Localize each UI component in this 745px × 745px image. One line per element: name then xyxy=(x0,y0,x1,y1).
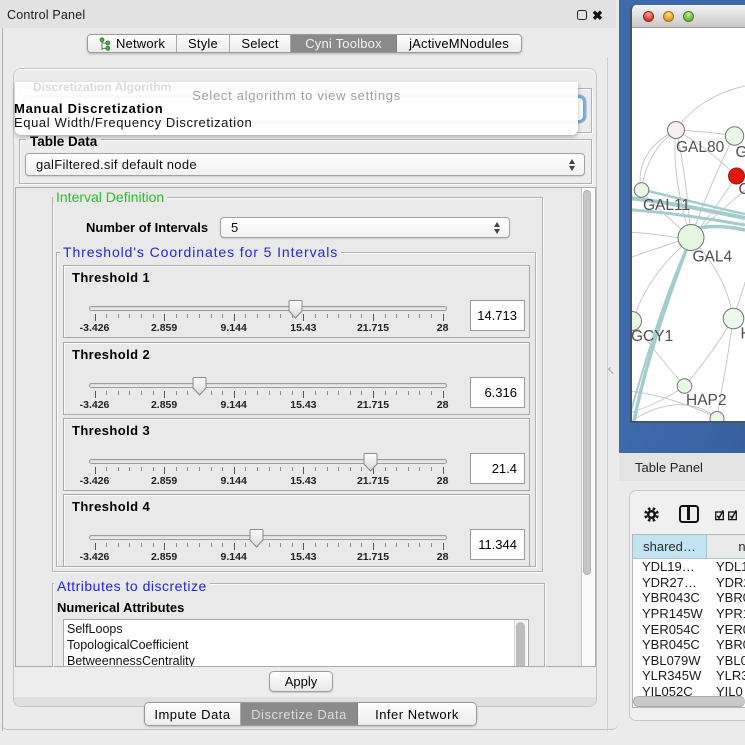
svg-text:GCY1: GCY1 xyxy=(632,328,673,345)
svg-text:CDC: CDC xyxy=(739,181,745,198)
svg-text:H: H xyxy=(741,326,745,343)
svg-text:GAL80: GAL80 xyxy=(676,139,725,156)
svg-text:HAP2: HAP2 xyxy=(686,392,727,409)
svg-text:GAL1: GAL1 xyxy=(736,144,745,161)
svg-text:GAL4: GAL4 xyxy=(693,249,733,266)
svg-text:GAL11: GAL11 xyxy=(643,197,690,214)
